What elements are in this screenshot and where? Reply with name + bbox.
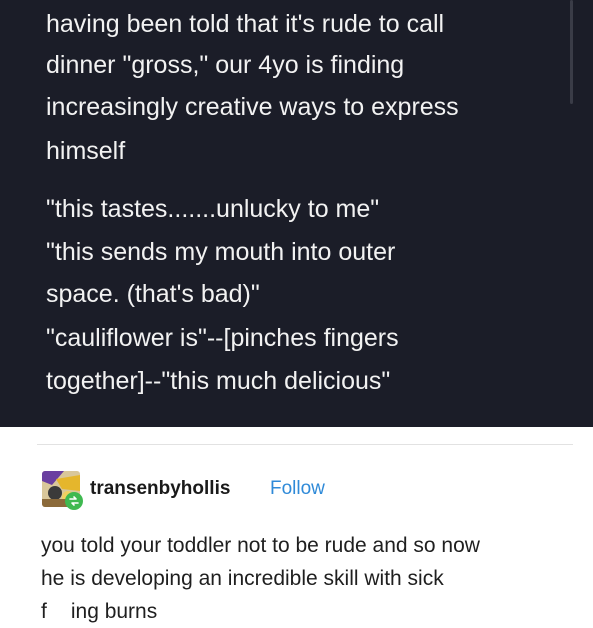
comment-line-start: f: [41, 600, 47, 623]
post-text-line: having been told that it's rude to call: [46, 10, 445, 38]
comment-text-line: f ing burns: [41, 600, 157, 624]
post-text-line: space. (that's bad)": [46, 280, 260, 308]
divider: [37, 444, 573, 445]
post-text-line: increasingly creative ways to express: [46, 93, 459, 121]
post-text-line: "this tastes.......unlucky to me": [46, 195, 380, 223]
scrollbar[interactable]: [570, 0, 573, 104]
post-text-line: dinner "gross," our 4yo is finding: [46, 51, 405, 79]
reblog-icon: [65, 492, 83, 510]
post-text-line: "this sends my mouth into outer: [46, 238, 396, 266]
comment-line-end: ing burns: [70, 600, 158, 623]
post-text-line: himself: [46, 137, 126, 165]
comment-text-line: you told your toddler not to be rude and…: [41, 534, 480, 557]
post-text-line: together]--"this much delicious": [46, 367, 391, 395]
follow-button[interactable]: Follow: [270, 478, 325, 500]
username[interactable]: transenbyhollis: [90, 478, 230, 500]
post-text-line: "cauliflower is"--[pinches fingers: [46, 324, 399, 352]
original-post: having been told that it's rude to call …: [0, 0, 593, 427]
comment-text-line: he is developing an incredible skill wit…: [41, 567, 444, 590]
